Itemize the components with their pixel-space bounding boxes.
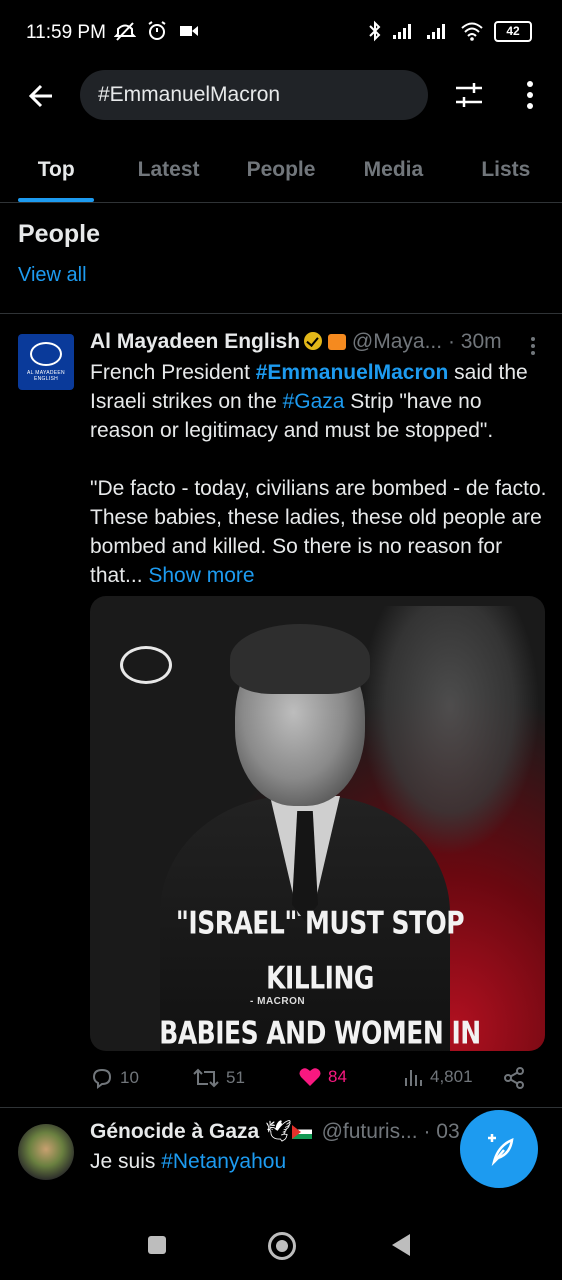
quote-line: BABIES AND WOMEN IN GAZA: [159, 1014, 481, 1051]
tweet-header: Al Mayadeen English @Maya... · 30m: [90, 330, 550, 360]
signal-icon: [427, 24, 445, 39]
like-button[interactable]: 84: [298, 1066, 347, 1088]
author-handle: @futuris...: [321, 1120, 418, 1143]
like-count: 84: [328, 1067, 347, 1086]
filter-icon[interactable]: [452, 80, 486, 110]
al-mayadeen-logo-icon: [30, 342, 62, 366]
views-button[interactable]: 4,801: [402, 1066, 473, 1088]
avatar[interactable]: [18, 1124, 74, 1180]
tab-latest[interactable]: Latest: [112, 140, 224, 202]
share-button[interactable]: [502, 1066, 526, 1090]
tweet-text-part: French President: [90, 361, 256, 384]
mute-icon: [114, 22, 136, 41]
hashtag-link[interactable]: #EmmanuelMacron: [256, 361, 449, 384]
retweet-icon: [193, 1068, 219, 1088]
share-icon: [504, 1067, 524, 1089]
tab-label: Top: [37, 158, 75, 181]
tab-lists[interactable]: Lists: [450, 140, 562, 202]
more-vertical-icon[interactable]: [520, 78, 540, 112]
author-handle: @Maya...: [351, 330, 443, 353]
status-time: 11:59 PM: [26, 22, 106, 43]
media-logo-icon: [120, 646, 172, 684]
tab-label: Media: [363, 158, 424, 181]
tweet-media-image[interactable]: "ISRAEL" MUST STOP KILLING BABIES AND WO…: [90, 596, 545, 1051]
portrait-hair: [230, 624, 370, 694]
tweet-actions: 10 51 84 4,801: [90, 1066, 540, 1096]
bluetooth-icon: [369, 20, 381, 42]
tweet-more-icon[interactable]: [530, 336, 536, 356]
compose-button[interactable]: [460, 1110, 538, 1188]
retweet-button[interactable]: 51: [192, 1066, 245, 1090]
status-bar: 11:59 PM 42: [0, 0, 562, 64]
signal-icon: [393, 24, 411, 39]
tab-label: Latest: [137, 158, 200, 181]
compose-feather-icon: [488, 1134, 514, 1166]
wifi-icon: [461, 22, 483, 41]
tweet-text-part: Je suis: [90, 1150, 162, 1173]
hashtag-link[interactable]: #Gaza: [283, 390, 345, 413]
quote-attribution: - MACRON: [250, 996, 306, 1007]
reply-count: 10: [120, 1068, 139, 1087]
recents-square-icon[interactable]: [148, 1236, 166, 1254]
active-tab-indicator: [18, 198, 95, 202]
search-tabs: Top Latest People Media Lists: [0, 140, 562, 203]
tab-media[interactable]: Media: [337, 140, 449, 202]
alarm-icon: [148, 21, 166, 40]
reply-button[interactable]: 10: [90, 1066, 139, 1090]
verified-badge-icon: [304, 332, 323, 350]
palestine-flag-icon: [291, 1125, 312, 1139]
view-all-link[interactable]: View all: [18, 264, 87, 287]
avatar-text: ENGLISH: [33, 376, 59, 382]
media-quote: "ISRAEL" MUST STOP KILLING BABIES AND WO…: [130, 896, 510, 1051]
tab-label: People: [246, 158, 316, 181]
affiliate-badge-icon: [328, 334, 347, 350]
views-count: 4,801: [430, 1067, 473, 1086]
heart-icon: [299, 1068, 321, 1086]
author-name[interactable]: Al Mayadeen English: [90, 330, 300, 353]
dove-emoji-icon: 🕊: [265, 1120, 292, 1143]
home-circle-icon[interactable]: [268, 1232, 296, 1260]
reply-icon: [92, 1068, 112, 1089]
avatar[interactable]: AL MAYADEEN ENGLISH: [18, 334, 74, 390]
retweet-count: 51: [226, 1068, 245, 1087]
people-section-title: People: [18, 220, 100, 248]
video-icon: [180, 26, 198, 36]
back-arrow-icon[interactable]: [24, 78, 60, 114]
search-input[interactable]: #EmmanuelMacron: [80, 70, 428, 120]
tab-people[interactable]: People: [225, 140, 337, 202]
tweet-divider: [0, 1107, 562, 1108]
status-left-icons: [114, 20, 200, 42]
author-name[interactable]: Génocide à Gaza: [90, 1120, 259, 1143]
tweet-time: · 03: [423, 1120, 460, 1143]
battery-icon: 42: [494, 20, 532, 42]
tweet-text: French President #EmmanuelMacron said th…: [90, 358, 550, 590]
back-triangle-icon[interactable]: [392, 1234, 410, 1256]
views-chart-icon: [405, 1070, 422, 1086]
tab-top[interactable]: Top: [0, 140, 112, 202]
status-right-icons: 42: [368, 20, 532, 42]
quote-line: "ISRAEL" MUST STOP KILLING: [175, 904, 465, 996]
tweet-text: Je suis #Netanyahou: [90, 1150, 286, 1174]
tweet-time: · 30m: [447, 330, 502, 353]
hashtag-link[interactable]: #Netanyahou: [161, 1150, 286, 1173]
section-divider: [0, 313, 562, 314]
tab-label: Lists: [481, 158, 531, 181]
show-more-link[interactable]: Show more: [148, 564, 254, 587]
